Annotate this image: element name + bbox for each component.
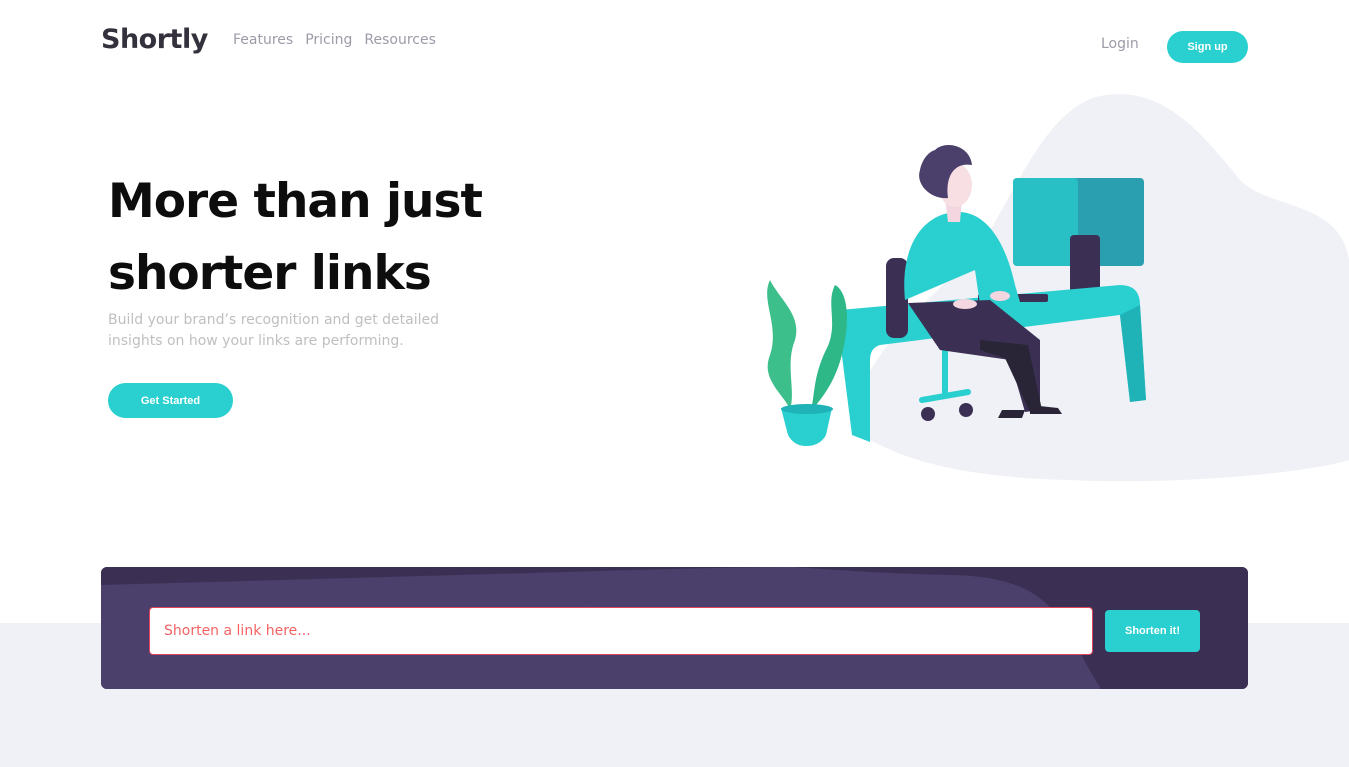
shorten-button[interactable]: Shorten it! (1105, 610, 1200, 652)
nav-link-features[interactable]: Features (233, 32, 293, 48)
get-started-button[interactable]: Get Started (108, 383, 233, 418)
logo[interactable]: Shortly (101, 24, 208, 55)
main-nav: Features Pricing Resources (233, 32, 436, 48)
shorten-panel: Shorten it! (101, 567, 1248, 689)
hero-title: More than just shorter links (108, 174, 483, 301)
chair-back (886, 258, 908, 338)
nav-link-pricing[interactable]: Pricing (305, 32, 352, 48)
working-person-illustration (767, 94, 1349, 482)
plant-leaf (767, 280, 797, 410)
signup-button[interactable]: Sign up (1167, 31, 1248, 63)
monitor-stand (1070, 235, 1100, 295)
hero-subtitle: Build your brand’s recognition and get d… (108, 312, 440, 349)
login-link[interactable]: Login (1101, 36, 1139, 52)
nav-link-resources[interactable]: Resources (364, 32, 436, 48)
link-input[interactable] (149, 607, 1093, 655)
